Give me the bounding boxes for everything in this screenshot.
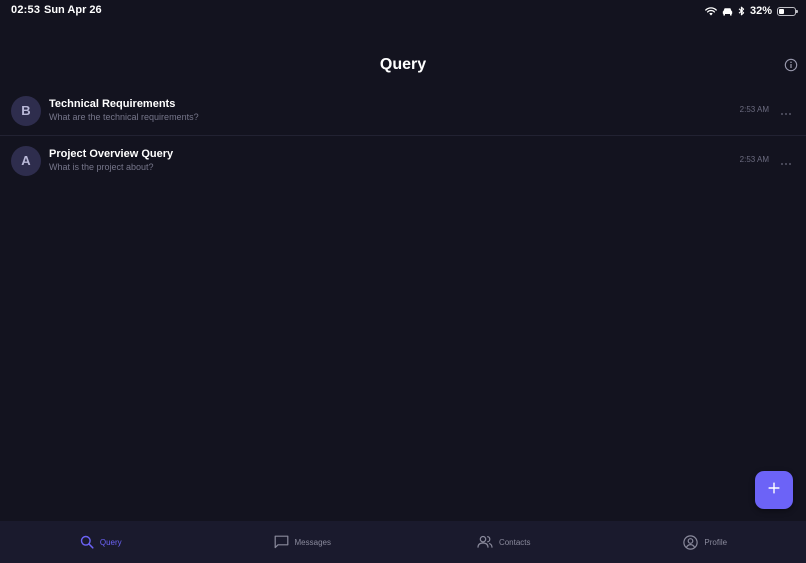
avatar: A bbox=[11, 146, 41, 176]
list-item[interactable]: A Project Overview Query What is the pro… bbox=[0, 135, 806, 185]
search-icon bbox=[80, 535, 94, 549]
list-item[interactable]: B Technical Requirements What are the te… bbox=[0, 86, 806, 135]
status-time: 02:53 bbox=[11, 4, 41, 16]
bluetooth-icon bbox=[738, 6, 745, 16]
avatar: B bbox=[11, 96, 41, 126]
profile-icon bbox=[683, 534, 699, 550]
contacts-icon bbox=[477, 535, 493, 549]
tab-messages[interactable]: Messages bbox=[202, 521, 404, 563]
battery-level bbox=[779, 8, 784, 14]
status-icons: 32% bbox=[705, 4, 798, 18]
query-list: B Technical Requirements What are the te… bbox=[0, 86, 806, 185]
query-time: 2:53 AM bbox=[739, 105, 769, 114]
query-subtitle: What is the project about? bbox=[49, 162, 154, 172]
new-query-button[interactable] bbox=[755, 471, 793, 509]
battery-percent: 32% bbox=[749, 5, 772, 17]
more-options-icon[interactable] bbox=[780, 156, 792, 166]
app-screen: 02:53 Sun Apr 26 32% Query B Technical R… bbox=[0, 0, 806, 563]
tab-query[interactable]: Query bbox=[0, 521, 202, 563]
status-bar: 02:53 Sun Apr 26 32% bbox=[0, 0, 806, 22]
query-time: 2:53 AM bbox=[739, 155, 769, 164]
plus-icon bbox=[768, 481, 780, 499]
wifi-icon bbox=[705, 6, 717, 16]
tab-contacts-label: Contacts bbox=[498, 537, 531, 547]
query-title: Technical Requirements bbox=[49, 98, 176, 110]
car-icon bbox=[722, 7, 733, 16]
tab-profile[interactable]: Profile bbox=[605, 521, 806, 563]
info-icon[interactable] bbox=[784, 58, 798, 72]
tab-messages-label: Messages bbox=[294, 537, 331, 547]
more-options-icon[interactable] bbox=[780, 106, 792, 116]
tab-profile-label: Profile bbox=[704, 537, 728, 547]
query-subtitle: What are the technical requirements? bbox=[49, 112, 199, 122]
message-icon bbox=[274, 535, 289, 549]
status-date: Sun Apr 26 bbox=[44, 4, 102, 16]
bottom-nav: Query Messages Contacts Profile bbox=[0, 521, 806, 563]
tab-contacts[interactable]: Contacts bbox=[403, 521, 605, 563]
tab-query-label: Query bbox=[99, 537, 122, 547]
page-title: Query bbox=[379, 56, 427, 73]
battery-icon bbox=[777, 6, 798, 16]
query-title: Project Overview Query bbox=[49, 148, 174, 160]
